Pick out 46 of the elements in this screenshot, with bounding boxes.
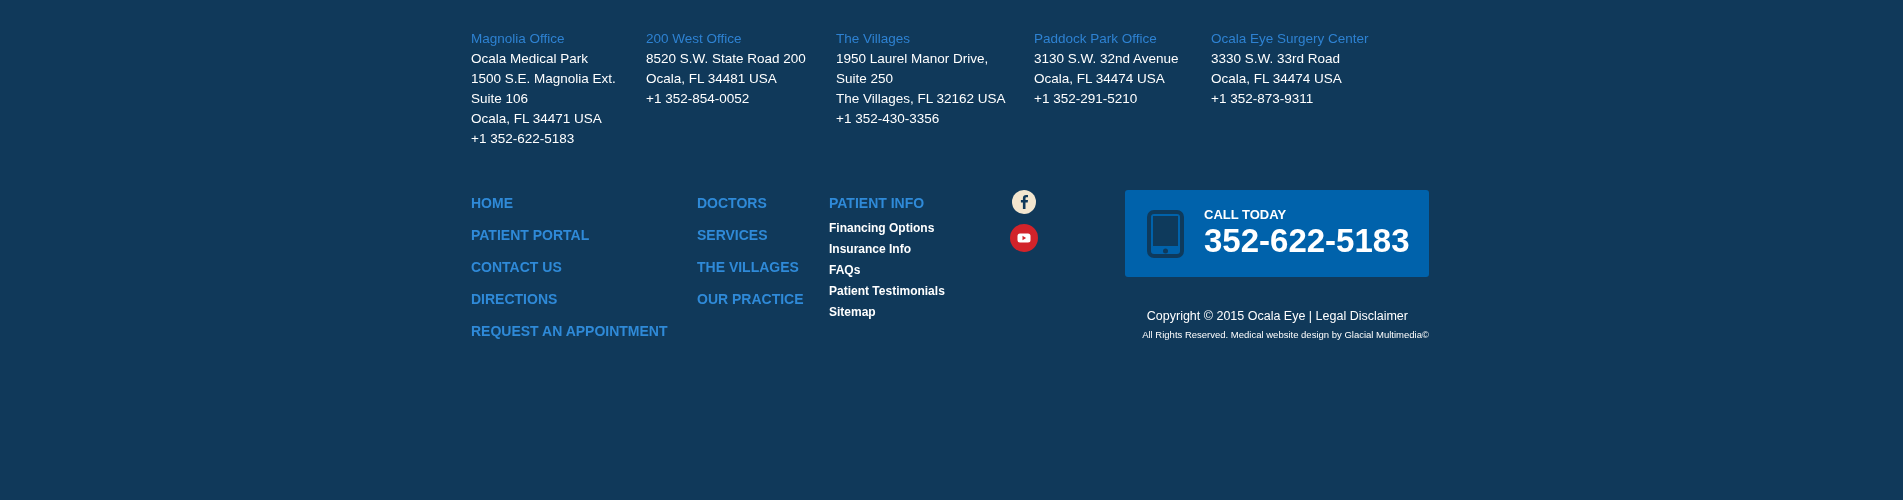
nav-link[interactable]: OUR PRACTICE — [697, 289, 804, 309]
youtube-icon[interactable] — [1009, 223, 1039, 253]
nav-link[interactable]: DOCTORS — [697, 193, 767, 213]
footer-link[interactable]: Insurance Info — [829, 239, 911, 260]
office-title: Ocala Eye Surgery Center — [1211, 30, 1369, 48]
address-line: Ocala, FL 34471 USA — [471, 110, 603, 128]
address-line: +1 352-873-9311 — [1211, 90, 1315, 108]
nav-link[interactable]: REQUEST AN APPOINTMENT — [471, 321, 668, 341]
office-title: The Villages — [836, 30, 912, 48]
phone-icon — [1147, 209, 1184, 258]
nav-link[interactable]: HOME — [471, 193, 513, 213]
credits-text: All Rights Reserved. Medical website design by Glacial Multimedia© — [1142, 329, 1429, 340]
address-line: The Villages, FL 32162 USA — [836, 90, 1007, 108]
footer-link[interactable]: Sitemap — [829, 302, 876, 323]
address-line: 1500 S.E. Magnolia Ext. — [471, 70, 617, 88]
nav-link[interactable]: DIRECTIONS — [471, 289, 558, 309]
facebook-icon[interactable] — [1009, 187, 1039, 217]
footer-link[interactable]: Financing Options — [829, 218, 935, 239]
footer-link[interactable]: Patient Testimonials — [829, 281, 945, 302]
address-line: +1 352-854-0052 — [646, 90, 751, 108]
office-title: Paddock Park Office — [1034, 30, 1158, 48]
address-line: 1950 Laurel Manor Drive, — [836, 50, 990, 68]
address-line: Ocala Medical Park — [471, 50, 590, 68]
copyright-text: Copyright © 2015 Ocala Eye | Legal Disclaimer — [1146, 309, 1408, 323]
address-line: 3130 S.W. 32nd Avenue — [1034, 50, 1180, 68]
footer-link[interactable]: FAQs — [829, 260, 861, 281]
office-title: 200 West Office — [646, 30, 743, 48]
call-label: CALL TODAY — [1204, 207, 1288, 222]
address-line: Ocala, FL 34481 USA — [646, 70, 778, 88]
address-line: Ocala, FL 34474 USA — [1034, 70, 1166, 88]
nav-link[interactable]: THE VILLAGES — [697, 257, 799, 277]
phone-number[interactable]: 352-622-5183 — [1204, 222, 1410, 260]
address-line: +1 352-622-5183 — [471, 130, 576, 148]
address-line: Suite 106 — [471, 90, 530, 108]
address-line: Ocala, FL 34474 USA — [1211, 70, 1343, 88]
nav-link[interactable]: SERVICES — [697, 225, 768, 245]
nav-link[interactable]: PATIENT PORTAL — [471, 225, 590, 245]
address-line: 8520 S.W. State Road 200 — [646, 50, 807, 68]
office-title: Magnolia Office — [471, 30, 566, 48]
address-line: +1 352-430-3356 — [836, 110, 941, 128]
legal-disclaimer-link[interactable]: Legal Disclaimer — [1315, 309, 1408, 323]
address-line: 3330 S.W. 33rd Road — [1211, 50, 1342, 68]
nav-link[interactable]: CONTACT US — [471, 257, 562, 277]
address-line: Suite 250 — [836, 70, 895, 88]
address-line: +1 352-291-5210 — [1034, 90, 1139, 108]
nav-link[interactable]: PATIENT INFO — [829, 193, 925, 213]
